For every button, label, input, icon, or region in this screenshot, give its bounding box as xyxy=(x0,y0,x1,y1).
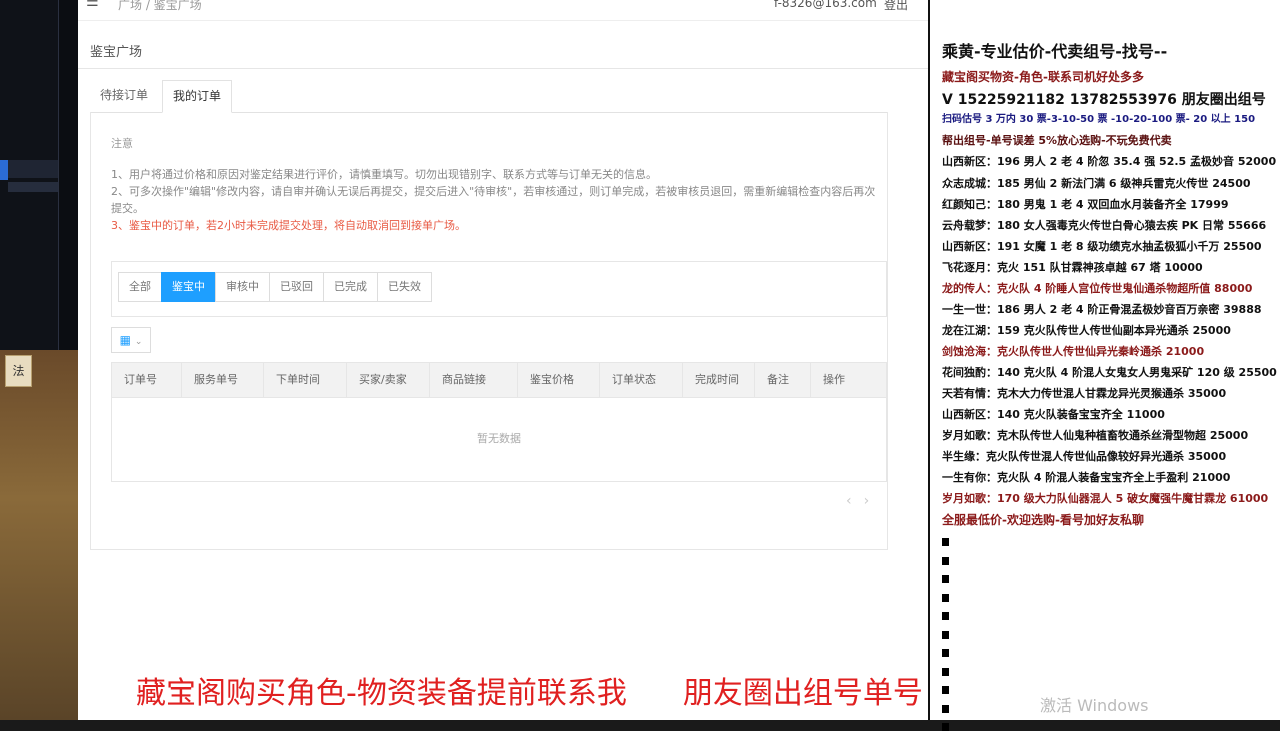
filter-rejected-button[interactable]: 已驳回 xyxy=(269,272,324,302)
caption-right: 朋友圈出组号单号 xyxy=(682,676,923,711)
status-filter-box: 全部 鉴宝中 审核中 已驳回 已完成 已失效 xyxy=(111,261,887,317)
info-line: 天若有情：克木大力传世混人甘霖龙异光灵猴通杀 35000 xyxy=(942,387,1227,400)
info-line: 岁月如歌：170 级大力队仙器混人 5 破女魔强牛魔甘霖龙 61000 xyxy=(942,492,1269,505)
filter-appraising-button[interactable]: 鉴宝中 xyxy=(161,272,216,302)
info-line: 半生缘：克火队传世混人传世仙品像较好异光通杀 35000 xyxy=(942,450,1227,463)
list-bullet xyxy=(942,686,949,694)
notice-line: 2、可多次操作"编辑"修改内容，请自审并确认无误后再提交，提交后进入"待审核"，… xyxy=(111,185,876,215)
orders-table: 订单号 服务单号 下单时间 买家/卖家 商品链接 鉴宝价格 订单状态 完成时间 … xyxy=(111,362,887,482)
column-header: 订单号 xyxy=(112,363,182,397)
top-bar: ☰ 广场 / 鉴宝广场 f-8326@163.com 登出 xyxy=(78,0,928,21)
main-window: ☰ 广场 / 鉴宝广场 f-8326@163.com 登出 鉴宝广场 待接订单 … xyxy=(78,0,928,720)
info-line: 藏宝阁买物资-角色-联系司机好处多多 xyxy=(942,70,1144,84)
tab-bar: 待接订单 我的订单 xyxy=(90,80,888,113)
filter-expired-button[interactable]: 已失效 xyxy=(377,272,432,302)
tab-my-orders[interactable]: 我的订单 xyxy=(162,80,233,113)
column-toggle-button[interactable]: ▦ ⌄ xyxy=(111,327,151,353)
info-panel: 乘黄-专业估价-代卖组号-找号-- 藏宝阁买物资-角色-联系司机好处多多 V 152… xyxy=(928,0,1280,731)
info-line: 帮出组号-单号误差 5%放心选购-不玩免费代卖 xyxy=(942,134,1172,147)
stream-logo xyxy=(1206,8,1276,28)
caption-left: 藏宝阁购买角色-物资装备提前联系我 xyxy=(136,676,627,711)
window-tab xyxy=(8,182,58,192)
window-accent xyxy=(0,160,8,180)
notice-title: 注意 xyxy=(111,137,133,150)
list-bullet xyxy=(942,667,949,676)
list-bullet xyxy=(942,612,949,620)
info-line: 乘黄-专业估价-代卖组号-找号-- xyxy=(942,42,1168,61)
notice-block: 注意 1、用户将通过价格和原因对鉴定结果进行评价，请慎重填写。切勿出现错别字、联… xyxy=(111,135,881,234)
list-bullet xyxy=(942,575,949,583)
pagination: ‹› xyxy=(846,493,881,509)
notice-line-warning: 3、鉴宝中的订单，若2小时未完成提交处理，将自动取消回到接单广场。 xyxy=(111,219,466,232)
info-line: 龙的传人：克火队 4 阶睡人宫位传世鬼仙通杀物超所值 88000 xyxy=(942,282,1253,295)
status-filter-group: 全部 鉴宝中 审核中 已驳回 已完成 已失效 xyxy=(118,272,432,302)
pager-next-button[interactable]: › xyxy=(864,493,882,509)
logout-link[interactable]: 登出 xyxy=(884,0,908,13)
menu-icon[interactable]: ☰ xyxy=(86,0,99,10)
info-line: 扫码估号 3 万内 30 票-3-10-50 票 -10-20-100 票- 2… xyxy=(942,114,1256,125)
info-line: 云舟载梦：180 女人强毒克火传世白骨心猿去疾 PK 日常 55666 xyxy=(942,219,1267,232)
info-line: 剑蚀沧海：克火队传世人传世仙异光秦岭通杀 21000 xyxy=(942,345,1205,358)
list-bullet xyxy=(942,556,949,565)
window-tab xyxy=(8,160,58,178)
windows-activation-watermark: 激活 Windows xyxy=(1040,696,1149,715)
empty-state: 暂无数据 xyxy=(477,432,521,445)
background-desktop: 法 xyxy=(0,0,78,720)
info-line: 山西新区：191 女魔 1 老 8 级功绩克水抽孟极狐小千万 25500 xyxy=(942,240,1262,253)
column-header: 商品链接 xyxy=(430,363,518,397)
stream-caption: 藏宝阁购买角色-物资装备提前联系我 朋友圈出组号单号 xyxy=(136,668,923,712)
breadcrumb: 广场 / 鉴宝广场 xyxy=(118,0,202,12)
info-line: 岁月如歌：克木队传世人仙鬼种植畜牧通杀丝滑型物超 25000 xyxy=(942,429,1249,442)
page-title-bar: 鉴宝广场 xyxy=(78,30,928,69)
list-bullet xyxy=(942,704,949,713)
chevron-down-icon: ⌄ xyxy=(134,337,143,347)
info-line: 一生一世：186 男人 2 老 4 阶正骨混孟极妙音百万亲密 39888 xyxy=(942,303,1262,316)
pager-prev-button[interactable]: ‹ xyxy=(846,493,864,509)
info-line: 山西新区：140 克火队装备宝宝齐全 11000 xyxy=(942,408,1165,421)
filter-completed-button[interactable]: 已完成 xyxy=(323,272,378,302)
list-bullet xyxy=(942,593,949,602)
column-header: 买家/卖家 xyxy=(347,363,430,397)
info-line: 一生有你：克火队 4 阶混人装备宝宝齐全上手盈利 21000 xyxy=(942,471,1231,484)
info-line: 全服最低价-欢迎选购-看号加好友私聊 xyxy=(942,513,1144,527)
grid-icon: ▦ xyxy=(119,333,131,347)
info-line: 红颜知己：180 男鬼 1 老 4 双回血水月装备齐全 17999 xyxy=(942,198,1229,211)
notice-line: 1、用户将通过价格和原因对鉴定结果进行评价，请慎重填写。切勿出现错别字、联系方式… xyxy=(111,168,657,181)
info-line: 山西新区：196 男人 2 老 4 阶忽 35.4 强 52.5 孟极妙音 52… xyxy=(942,155,1277,168)
info-line: 众志成城：185 男仙 2 新法门满 6 级神兵雷克火传世 24500 xyxy=(942,177,1251,190)
list-bullet xyxy=(942,538,949,546)
info-line: 花间独酌：140 克火队 4 阶混人女鬼女人男鬼采矿 120 级 25500 xyxy=(942,366,1277,379)
game-tab: 法 xyxy=(5,355,32,387)
filter-all-button[interactable]: 全部 xyxy=(118,272,162,302)
info-line: 飞花逐月：克火 151 队甘霖神孩卓越 67 塔 10000 xyxy=(942,261,1203,274)
column-header: 操作 xyxy=(823,373,845,386)
column-header: 订单状态 xyxy=(600,363,683,397)
info-line: 龙在江湖：159 克火队传世人传世仙副本异光通杀 25000 xyxy=(942,324,1231,337)
filter-reviewing-button[interactable]: 审核中 xyxy=(215,272,270,302)
list-bullet xyxy=(942,630,949,639)
column-header: 完成时间 xyxy=(683,363,755,397)
user-email[interactable]: f-8326@163.com xyxy=(774,0,877,10)
game-background xyxy=(0,350,78,720)
info-line: V 15225921182 13782553976 朋友圈出组号 xyxy=(942,92,1266,108)
tab-pending-orders[interactable]: 待接订单 xyxy=(90,80,158,111)
list-bullet xyxy=(942,723,949,731)
column-header: 备注 xyxy=(755,363,811,397)
table-header: 订单号 服务单号 下单时间 买家/卖家 商品链接 鉴宝价格 订单状态 完成时间 … xyxy=(112,363,886,398)
column-header: 服务单号 xyxy=(182,363,264,397)
list-bullet xyxy=(942,649,949,657)
column-header: 下单时间 xyxy=(264,363,347,397)
column-header: 鉴宝价格 xyxy=(518,363,600,397)
page-title: 鉴宝广场 xyxy=(90,45,143,60)
